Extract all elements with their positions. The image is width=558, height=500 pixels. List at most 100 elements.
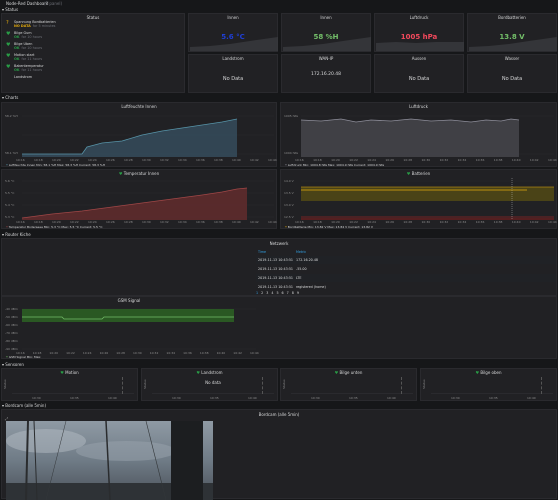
y-tick-label: 14.0 V	[284, 179, 294, 183]
row-charts[interactable]: ▾ Charts	[2, 95, 18, 100]
sensor-plot[interactable]	[291, 377, 413, 394]
x-tick-label: 10:30	[421, 158, 431, 162]
x-tick-label: 10:24	[82, 351, 92, 355]
stat-panel[interactable]: Landstrom No Data	[188, 54, 278, 93]
table-row[interactable]: 2019-11-13 10:43:51 registered (home)	[256, 283, 556, 291]
page-link[interactable]: 4	[271, 291, 273, 295]
row-router[interactable]: ▾ Router Kiche	[2, 232, 31, 237]
sensor-panel[interactable]: ♥ Bilge unten Status 10:30 10:35 10:40	[280, 368, 417, 401]
battery-legend[interactable]: ━ Bordbatterie Min: 13.82 V Max: 13.84 V…	[285, 225, 373, 229]
table-row[interactable]: 2019-11-13 10:43:51 172.16.20.48	[256, 256, 556, 264]
sensor-panel[interactable]: ♥ Motion Status 10:30 10:35 10:40	[1, 368, 138, 401]
table-cell-time: 2019-11-13 10:43:51	[258, 258, 294, 262]
page-link[interactable]: 8	[292, 291, 294, 295]
y-tick-label: 5.3 °C	[5, 215, 15, 219]
row-bordcam[interactable]: ▾ Bordcam (alle 5min)	[2, 403, 46, 408]
status-item-since: for 10 hours	[21, 46, 43, 50]
table-row[interactable]: 2019-11-13 10:43:51 LTE	[256, 274, 556, 282]
x-tick-label: 10:40	[216, 351, 226, 355]
gsm-chart-title: GSM Signal	[117, 298, 141, 303]
x-tick-label: 10:20	[52, 220, 61, 224]
pressure-legend[interactable]: ━ Luftdruck Min: 1004.8 hPa Max: 1004.9 …	[285, 163, 384, 167]
pressure-chart-plot[interactable]	[300, 111, 554, 157]
sensor-panel-title: ♥ Bilge unten	[281, 370, 416, 375]
page-link[interactable]: 1	[256, 291, 258, 295]
humidity-legend[interactable]: ━ Luftfeuchte Innen Min: 58.1 %H Max: 58…	[6, 163, 105, 167]
x-tick-label: 10:40	[527, 396, 536, 400]
sensor-panel[interactable]: ♥ Bilge oben Status 10:30 10:35 10:40	[420, 368, 557, 401]
x-tick-label: 10:34	[178, 220, 187, 224]
temperature-chart-plot[interactable]	[21, 178, 274, 220]
page-link[interactable]: 6	[282, 291, 284, 295]
status-item-text: Bilge Uben OK for 10 hours	[14, 42, 42, 50]
status-list-item[interactable]: ♥ Bilge Uben OK for 10 hours	[6, 42, 96, 52]
sensor-panel-title-text: Landstrom	[201, 370, 223, 375]
stat-panel-title: Bordbatterien	[498, 15, 526, 20]
status-item-state-line: OK for 11 hours	[14, 68, 44, 72]
row-status[interactable]: ▾ Status	[2, 7, 18, 12]
stat-panel[interactable]: Innen 58 %H	[281, 13, 371, 52]
battery-chart-title: ♥ Batterien	[281, 171, 556, 176]
status-item-since: for 10 hours	[21, 35, 43, 39]
gsm-legend[interactable]: ━ GSM Signal Min: Max:	[6, 355, 41, 359]
page-link[interactable]: 9	[297, 291, 299, 295]
x-tick-label: 10:44	[268, 220, 277, 224]
battery-legend-text: Bordbatterie Min: 13.82 V Max: 13.84 V C…	[287, 225, 373, 229]
x-tick-label: 10:32	[439, 158, 449, 162]
status-item-since: for 11 hours	[21, 57, 43, 61]
page-link[interactable]: 3	[266, 291, 268, 295]
table-cell-time: 2019-11-13 10:43:51	[258, 267, 294, 271]
status-list-item[interactable]: ♥ Motion start OK for 11 hours	[6, 53, 96, 63]
status-item-name: Landstrom	[14, 75, 33, 79]
x-tick-label: 10:35	[349, 396, 358, 400]
battery-chart-title-text: Batterien	[411, 171, 431, 176]
table-row[interactable]: 2019-11-13 10:43:51 -55.00	[256, 265, 556, 273]
battery-chart-plot[interactable]	[301, 178, 554, 220]
column-header-time[interactable]: Time	[258, 248, 266, 256]
page-link[interactable]: 5	[276, 291, 278, 295]
status-list-item[interactable]: ♥ Bakentemperatur OK for 11 hours	[6, 64, 96, 74]
stat-panel[interactable]: Aussen No Data	[374, 54, 464, 93]
temperature-legend[interactable]: ━ Temperatur Boderseee Min: 5.3 °C Max: …	[6, 225, 102, 229]
y-tick-label: 12.5 V	[284, 215, 294, 219]
status-item-state: OK	[14, 57, 20, 61]
status-item-state-line	[14, 79, 32, 83]
table-cell-time: 2019-11-13 10:43:51	[258, 285, 294, 289]
y-axis-label: Status	[422, 379, 426, 389]
sensor-plot[interactable]	[431, 377, 553, 394]
y-tick-label: 1004 hPa	[284, 151, 299, 155]
sensor-panel[interactable]: ♥ Landstrom Status No data 10:30 10:35 10:40	[141, 368, 278, 401]
gsm-chart-plot[interactable]	[22, 305, 256, 351]
page-link[interactable]: 7	[287, 291, 289, 295]
x-tick-label: 10:42	[529, 158, 539, 162]
heart-icon: ♥	[406, 171, 412, 176]
sensor-panel-title: ♥ Motion	[2, 370, 137, 375]
column-header-value[interactable]: Metric	[296, 248, 306, 256]
y-tick-label: 58.1 %H	[5, 151, 18, 155]
page-link[interactable]: 2	[261, 291, 263, 295]
stat-panel[interactable]: Innen 5.6 °C	[188, 13, 278, 52]
x-tick-label: 10:38	[199, 351, 209, 355]
x-tick-label: 10:35	[70, 396, 79, 400]
status-list-item[interactable]: Landstrom	[6, 75, 96, 85]
sensor-plot[interactable]	[12, 377, 134, 394]
dashboard-title[interactable]: Node-Red Dashboard	[6, 1, 48, 6]
y-tick-label: 5.6 °C	[5, 179, 15, 183]
question-icon: ?	[6, 20, 9, 26]
sensor-plot[interactable]: No data	[152, 377, 274, 394]
status-item-state-line: NO DATA for 5 minutes	[14, 24, 56, 28]
sensor-panel-title-text: Motion	[65, 370, 79, 375]
heart-icon: ♥	[6, 53, 11, 59]
temperature-chart-title: ♥ Temperatur Innen	[2, 171, 276, 176]
status-list-item[interactable]: ? Spannung Bordbatterien NO DATA for 5 minu…	[6, 20, 96, 30]
x-tick-label: 10:42	[529, 220, 539, 224]
stat-panel[interactable]: Bordbatterien 13.8 V	[467, 13, 557, 52]
status-item-state-line: OK for 11 hours	[14, 57, 42, 61]
stat-panel[interactable]: WAN-IP 172.16.20.48	[281, 54, 371, 93]
stat-panel[interactable]: Wasser No Data	[467, 54, 557, 93]
row-sensoren[interactable]: ▾ Sensoren	[2, 362, 24, 367]
status-list-item[interactable]: ♥ Bilge Gum OK for 10 hours	[6, 31, 96, 41]
x-tick-label: 10:26	[99, 351, 109, 355]
stat-panel[interactable]: Luftdruck 1005 hPa	[374, 13, 464, 52]
humidity-chart-plot[interactable]	[22, 111, 274, 157]
